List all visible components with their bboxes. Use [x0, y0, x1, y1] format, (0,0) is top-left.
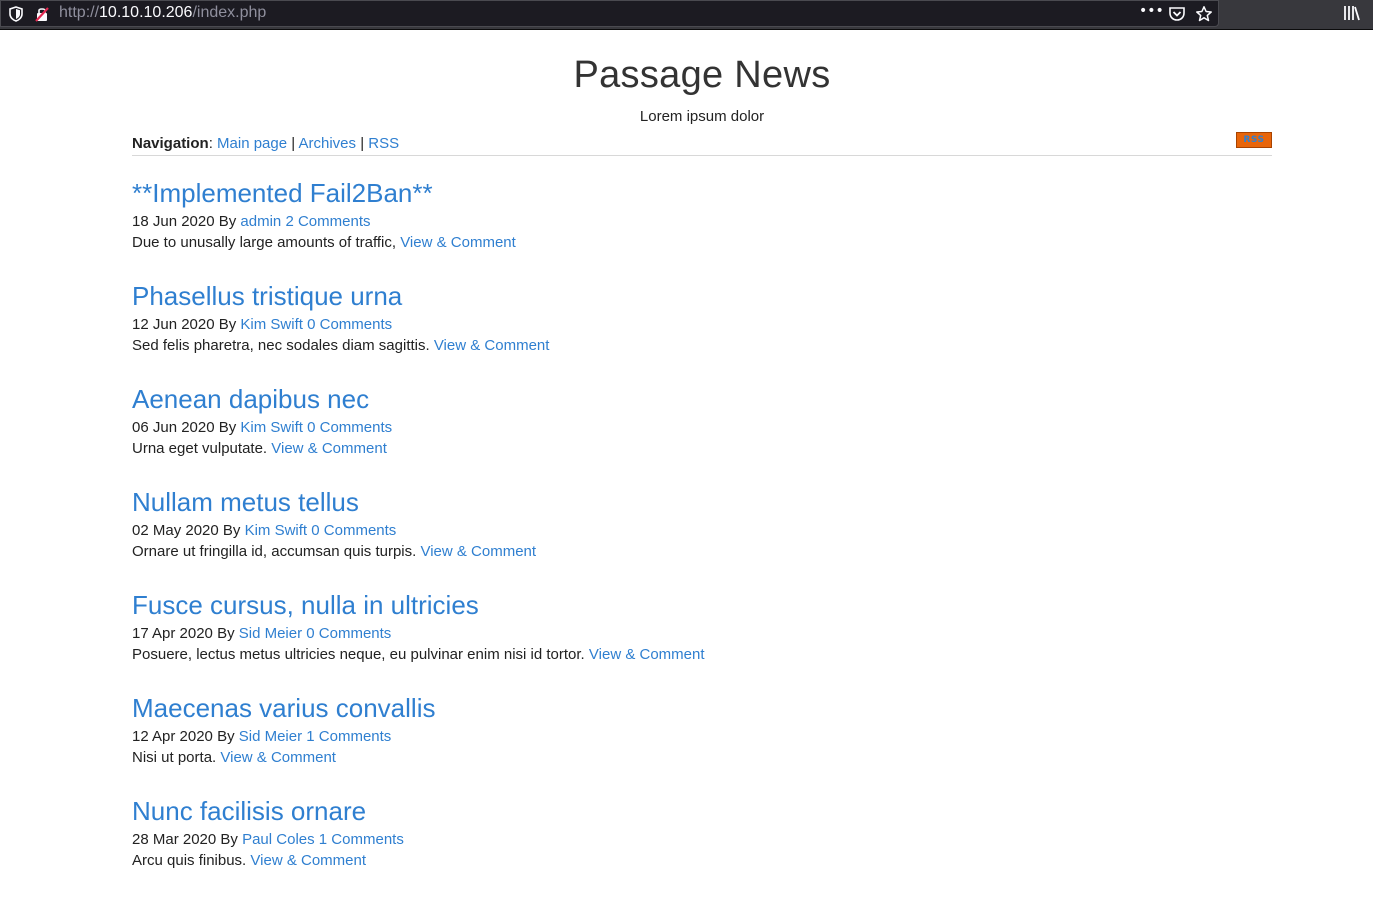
post-meta: 18 Jun 2020 By admin 2 Comments	[132, 211, 1272, 232]
post-meta: 17 Apr 2020 By Sid Meier 0 Comments	[132, 623, 1272, 644]
library-icon[interactable]	[1342, 4, 1360, 22]
view-comment-link[interactable]: View & Comment	[400, 234, 516, 251]
url-path: /index.php	[192, 4, 267, 21]
post-comments-link[interactable]: 0 Comments	[306, 625, 391, 642]
post-author-link[interactable]: Kim Swift	[240, 419, 303, 436]
post-excerpt: Urna eget vulputate. View & Comment	[132, 438, 1272, 459]
post-by: By	[212, 728, 239, 745]
post-meta: 12 Jun 2020 By Kim Swift 0 Comments	[132, 314, 1272, 335]
post-date: 18 Jun 2020	[132, 213, 215, 230]
bookmark-star-icon[interactable]	[1195, 5, 1213, 23]
post-title-link[interactable]: Nunc facilisis ornare	[132, 794, 1272, 828]
shield-icon[interactable]	[7, 5, 25, 23]
post-title-link[interactable]: Fusce cursus, nulla in ultricies	[132, 588, 1272, 622]
rss-feed-icon[interactable]: RSS	[1236, 132, 1272, 148]
post-date: 12 Apr 2020	[132, 728, 213, 745]
view-comment-link[interactable]: View & Comment	[220, 749, 336, 766]
post-by: By	[214, 316, 241, 333]
post-comments-link[interactable]: 1 Comments	[306, 728, 391, 745]
post-comments-link[interactable]: 0 Comments	[307, 316, 392, 333]
post-by: By	[218, 522, 245, 539]
url-text[interactable]: http://10.10.10.206/index.php	[59, 4, 266, 22]
site-subtitle: Lorem ipsum dolor	[639, 108, 765, 125]
post-by: By	[214, 213, 241, 230]
post-title-link[interactable]: Nullam metus tellus	[132, 485, 1272, 519]
view-comment-link[interactable]: View & Comment	[420, 543, 536, 560]
post-date: 02 May 2020	[132, 522, 219, 539]
nav-separator: |	[356, 135, 369, 152]
insecure-lock-icon[interactable]	[33, 5, 51, 23]
post-title-link[interactable]: Aenean dapibus nec	[132, 382, 1272, 416]
page-actions-icon[interactable]: •••	[1139, 3, 1164, 19]
page-content: Passage News Lorem ipsum dolor Navigatio…	[132, 30, 1272, 897]
post-item: **Implemented Fail2Ban** 18 Jun 2020 By …	[132, 176, 1272, 279]
post-excerpt: Arcu quis finibus. View & Comment	[132, 850, 1272, 871]
post-excerpt: Nisi ut porta. View & Comment	[132, 747, 1272, 768]
post-excerpt-text: Posuere, lectus metus ultricies neque, e…	[132, 646, 585, 663]
nav-label: Navigation	[132, 135, 209, 152]
post-by: By	[212, 625, 239, 642]
nav-link-rss[interactable]: RSS	[368, 135, 399, 152]
nav-link-archives[interactable]: Archives	[299, 135, 357, 152]
post-author-link[interactable]: Kim Swift	[240, 316, 303, 333]
post-excerpt-text: Arcu quis finibus.	[132, 852, 247, 869]
view-comment-link[interactable]: View & Comment	[271, 440, 387, 457]
post-comments-link[interactable]: 2 Comments	[285, 213, 370, 230]
view-comment-link[interactable]: View & Comment	[434, 337, 550, 354]
post-comments-link[interactable]: 1 Comments	[319, 831, 404, 848]
browser-toolbar: http://10.10.10.206/index.php •••	[0, 0, 1373, 30]
post-author-link[interactable]: admin	[240, 213, 281, 230]
post-author-link[interactable]: Paul Coles	[242, 831, 315, 848]
view-comment-link[interactable]: View & Comment	[589, 646, 705, 663]
post-author-link[interactable]: Sid Meier	[239, 625, 302, 642]
post-item: Maecenas varius convallis 12 Apr 2020 By…	[132, 691, 1272, 794]
post-title-link[interactable]: **Implemented Fail2Ban**	[132, 176, 1272, 210]
post-author-link[interactable]: Sid Meier	[239, 728, 302, 745]
post-item: Phasellus tristique urna 12 Jun 2020 By …	[132, 279, 1272, 382]
post-excerpt-text: Sed felis pharetra, nec sodales diam sag…	[132, 337, 430, 354]
nav-link-main-page[interactable]: Main page	[217, 135, 287, 152]
post-by: By	[216, 831, 243, 848]
post-item: Aenean dapibus nec 06 Jun 2020 By Kim Sw…	[132, 382, 1272, 485]
post-date: 12 Jun 2020	[132, 316, 215, 333]
pocket-icon[interactable]	[1168, 5, 1186, 23]
post-excerpt-text: Urna eget vulputate.	[132, 440, 268, 457]
post-item: Nunc facilisis ornare 28 Mar 2020 By Pau…	[132, 794, 1272, 897]
post-author-link[interactable]: Kim Swift	[245, 522, 308, 539]
post-excerpt: Ornare ut fringilla id, accumsan quis tu…	[132, 541, 1272, 562]
post-item: Nullam metus tellus 02 May 2020 By Kim S…	[132, 485, 1272, 588]
post-date: 28 Mar 2020	[132, 831, 217, 848]
nav-separator: |	[287, 135, 299, 152]
post-title-link[interactable]: Maecenas varius convallis	[132, 691, 1272, 725]
post-list: **Implemented Fail2Ban** 18 Jun 2020 By …	[132, 176, 1272, 897]
post-by: By	[214, 419, 241, 436]
post-meta: 06 Jun 2020 By Kim Swift 0 Comments	[132, 417, 1272, 438]
post-excerpt-text: Due to unusally large amounts of traffic…	[132, 234, 397, 251]
post-comments-link[interactable]: 0 Comments	[307, 419, 392, 436]
post-meta: 12 Apr 2020 By Sid Meier 1 Comments	[132, 726, 1272, 747]
post-date: 06 Jun 2020	[132, 419, 215, 436]
site-title: Passage News	[573, 54, 831, 96]
post-item: Fusce cursus, nulla in ultricies 17 Apr …	[132, 588, 1272, 691]
view-comment-link[interactable]: View & Comment	[250, 852, 366, 869]
post-excerpt: Posuere, lectus metus ultricies neque, e…	[132, 644, 1272, 665]
post-date: 17 Apr 2020	[132, 625, 213, 642]
post-excerpt-text: Ornare ut fringilla id, accumsan quis tu…	[132, 543, 417, 560]
post-excerpt: Sed felis pharetra, nec sodales diam sag…	[132, 335, 1272, 356]
post-excerpt: Due to unusally large amounts of traffic…	[132, 232, 1272, 253]
post-excerpt-text: Nisi ut porta.	[132, 749, 217, 766]
post-title-link[interactable]: Phasellus tristique urna	[132, 279, 1272, 313]
url-scheme: http://	[59, 4, 100, 21]
nav-colon: :	[208, 135, 218, 152]
post-meta: 02 May 2020 By Kim Swift 0 Comments	[132, 520, 1272, 541]
url-bar[interactable]: http://10.10.10.206/index.php •••	[0, 0, 1219, 27]
post-meta: 28 Mar 2020 By Paul Coles 1 Comments	[132, 829, 1272, 850]
navigation-bar: Navigation: Main page | Archives | RSS R…	[132, 132, 1272, 156]
url-host: 10.10.10.206	[99, 4, 193, 21]
post-comments-link[interactable]: 0 Comments	[311, 522, 396, 539]
